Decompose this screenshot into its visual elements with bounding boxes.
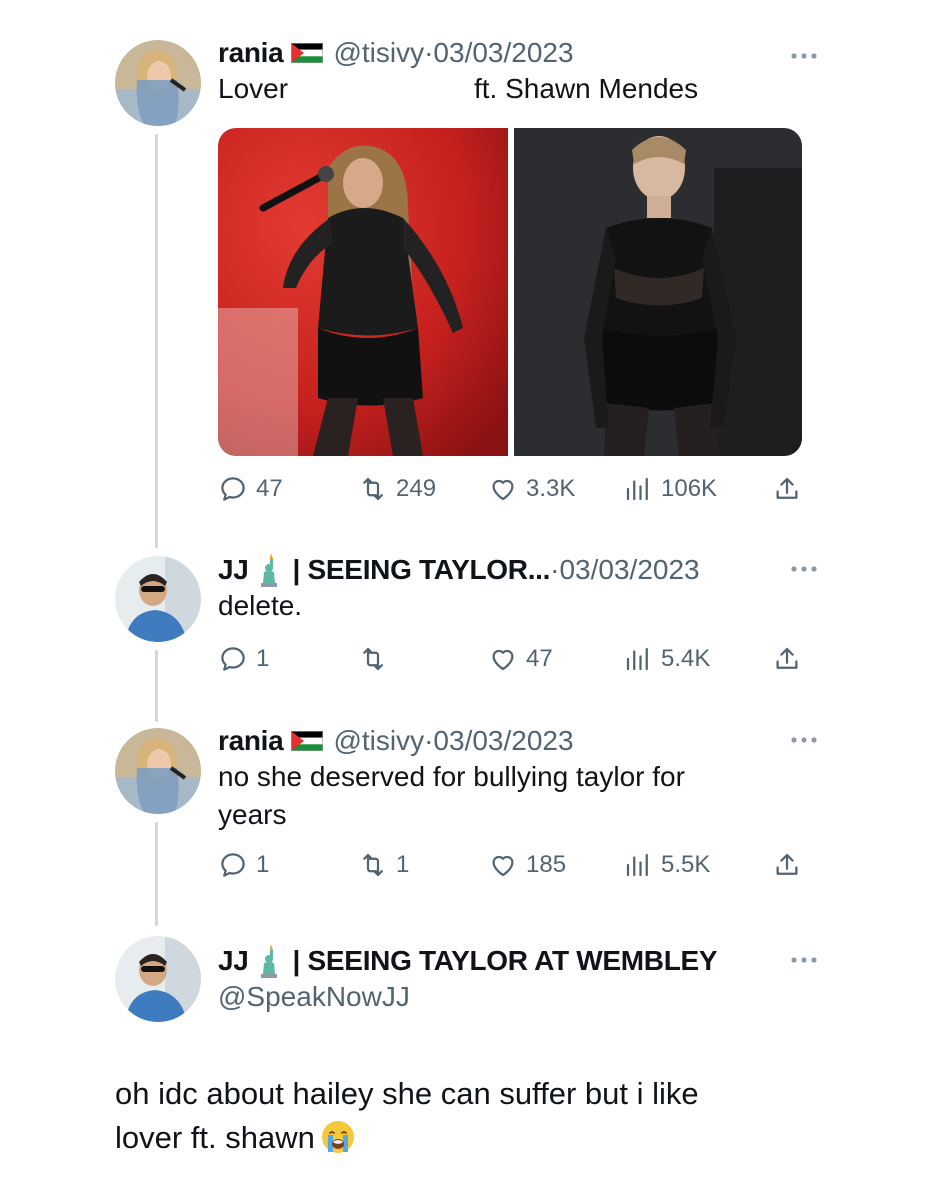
author-handle[interactable]: @SpeakNowJJ [218,978,822,1016]
views-count: 5.5K [661,851,711,878]
tweet-media[interactable] [218,128,802,456]
avatar-rania[interactable] [115,40,201,126]
tweet-3[interactable]: rania @tisivy · 03/03/2023 no she deserv… [218,724,822,834]
avatar-rania[interactable] [115,728,201,814]
tweet-2[interactable]: JJ | SEEING TAYLOR... · 03/03/2023 delet… [218,553,822,625]
author-name[interactable]: JJ [218,944,249,978]
views-icon [626,853,648,877]
like-button[interactable]: 3.3K [488,474,575,504]
like-button[interactable]: 185 [488,850,566,880]
reply-button[interactable]: 1 [218,850,269,880]
tweet-text-right: ft. Shawn Mendes [474,73,699,104]
author-display-suffix[interactable]: | SEEING TAYLOR... [293,553,551,587]
statue-of-liberty-icon [260,553,277,587]
views-button[interactable]: 5.5K [623,850,710,880]
reply-count: 47 [256,475,283,502]
separator-dot: · [424,37,434,68]
tweet-text-line-2: years [218,799,287,830]
retweet-count: 1 [396,851,410,878]
reply-icon [221,853,245,877]
tweet-date[interactable]: 03/03/2023 [559,553,699,587]
more-icon[interactable] [786,46,822,66]
like-button[interactable]: 47 [488,644,553,674]
like-icon [492,479,514,501]
avatar-jj[interactable] [115,556,201,642]
more-icon[interactable] [786,559,822,579]
retweet-icon [363,853,383,877]
main-tweet-line-1: oh idc about hailey she can suffer but i… [115,1076,699,1111]
retweet-button[interactable]: 249 [358,474,436,504]
tweet-text: Lover ft. Shawn Mendes [218,70,822,108]
separator-dot: · [550,554,560,585]
views-icon [626,477,648,501]
thread-line [155,650,158,722]
separator-dot: · [424,725,434,756]
share-icon [776,647,798,669]
more-icon[interactable] [786,950,822,970]
photo-model[interactable] [514,128,802,456]
author-name[interactable]: JJ [218,553,249,587]
author-handle[interactable]: @tisivy [333,724,424,758]
views-button[interactable]: 106K [623,474,717,504]
tweet-text: delete. [218,590,303,621]
author-display-suffix[interactable]: | SEEING TAYLOR AT WEMBLEY [293,944,718,978]
reply-icon [221,477,245,501]
main-tweet-text: oh idc about hailey she can suffer but i… [115,1072,835,1160]
views-count: 5.4K [661,645,711,672]
reply-icon [221,647,245,671]
reply-count: 1 [256,645,270,672]
tweet-text-line-1: no she deserved for bullying taylor for [218,761,685,792]
share-icon [776,477,798,499]
tweet-actions: 47 249 3.3K 106K [218,474,802,510]
main-tweet-line-2: lover ft. shawn [115,1120,315,1155]
palestine-flag-icon [291,43,324,63]
tweet-header: rania @tisivy · 03/03/2023 [218,36,822,70]
tweet-1[interactable]: rania @tisivy · 03/03/2023 Lover ft. Sha… [218,36,822,108]
like-icon [492,855,514,877]
reply-button[interactable]: 47 [218,474,283,504]
thread-line [155,134,158,548]
more-icon[interactable] [786,730,822,750]
photo-performer[interactable] [218,128,508,456]
reply-button[interactable]: 1 [218,644,269,674]
avatar-jj[interactable] [115,936,201,1022]
statue-of-liberty-icon [260,944,277,978]
author-name[interactable]: rania [218,724,284,758]
tweet-header: JJ | SEEING TAYLOR... · 03/03/2023 [218,553,822,587]
share-button[interactable] [772,644,802,679]
retweet-count: 249 [396,475,437,502]
main-tweet-line-2-wrap: lover ft. shawn [115,1116,835,1160]
thread-line [155,822,158,926]
author-handle[interactable]: @tisivy [333,36,424,70]
views-button[interactable]: 5.4K [623,644,710,674]
tweet-date[interactable]: 03/03/2023 [433,36,573,70]
retweet-button[interactable] [358,644,396,674]
palestine-flag-icon [291,731,324,751]
tweet-4[interactable]: JJ | SEEING TAYLOR AT WEMBLEY @SpeakNowJ… [218,944,822,1016]
like-count: 3.3K [526,475,576,502]
tweet-header: JJ | SEEING TAYLOR AT WEMBLEY [218,944,822,978]
retweet-button[interactable]: 1 [358,850,409,880]
share-button[interactable] [772,850,802,885]
author-name[interactable]: rania [218,36,284,70]
reply-count: 1 [256,851,270,878]
tweet-actions: 1 47 5.4K [218,644,802,680]
retweet-icon [363,647,383,671]
share-icon [776,853,798,875]
like-count: 185 [526,851,567,878]
tweet-date[interactable]: 03/03/2023 [433,724,573,758]
share-button[interactable] [772,474,802,509]
like-icon [492,649,514,671]
retweet-icon [363,477,383,501]
tweet-text-left: Lover [218,73,289,104]
views-count: 106K [661,475,718,502]
views-icon [626,647,648,671]
tweet-actions: 1 1 185 5.5K [218,850,802,886]
like-count: 47 [526,645,553,672]
tweet-header: rania @tisivy · 03/03/2023 [218,724,822,758]
crying-face-emoji [321,1121,354,1153]
